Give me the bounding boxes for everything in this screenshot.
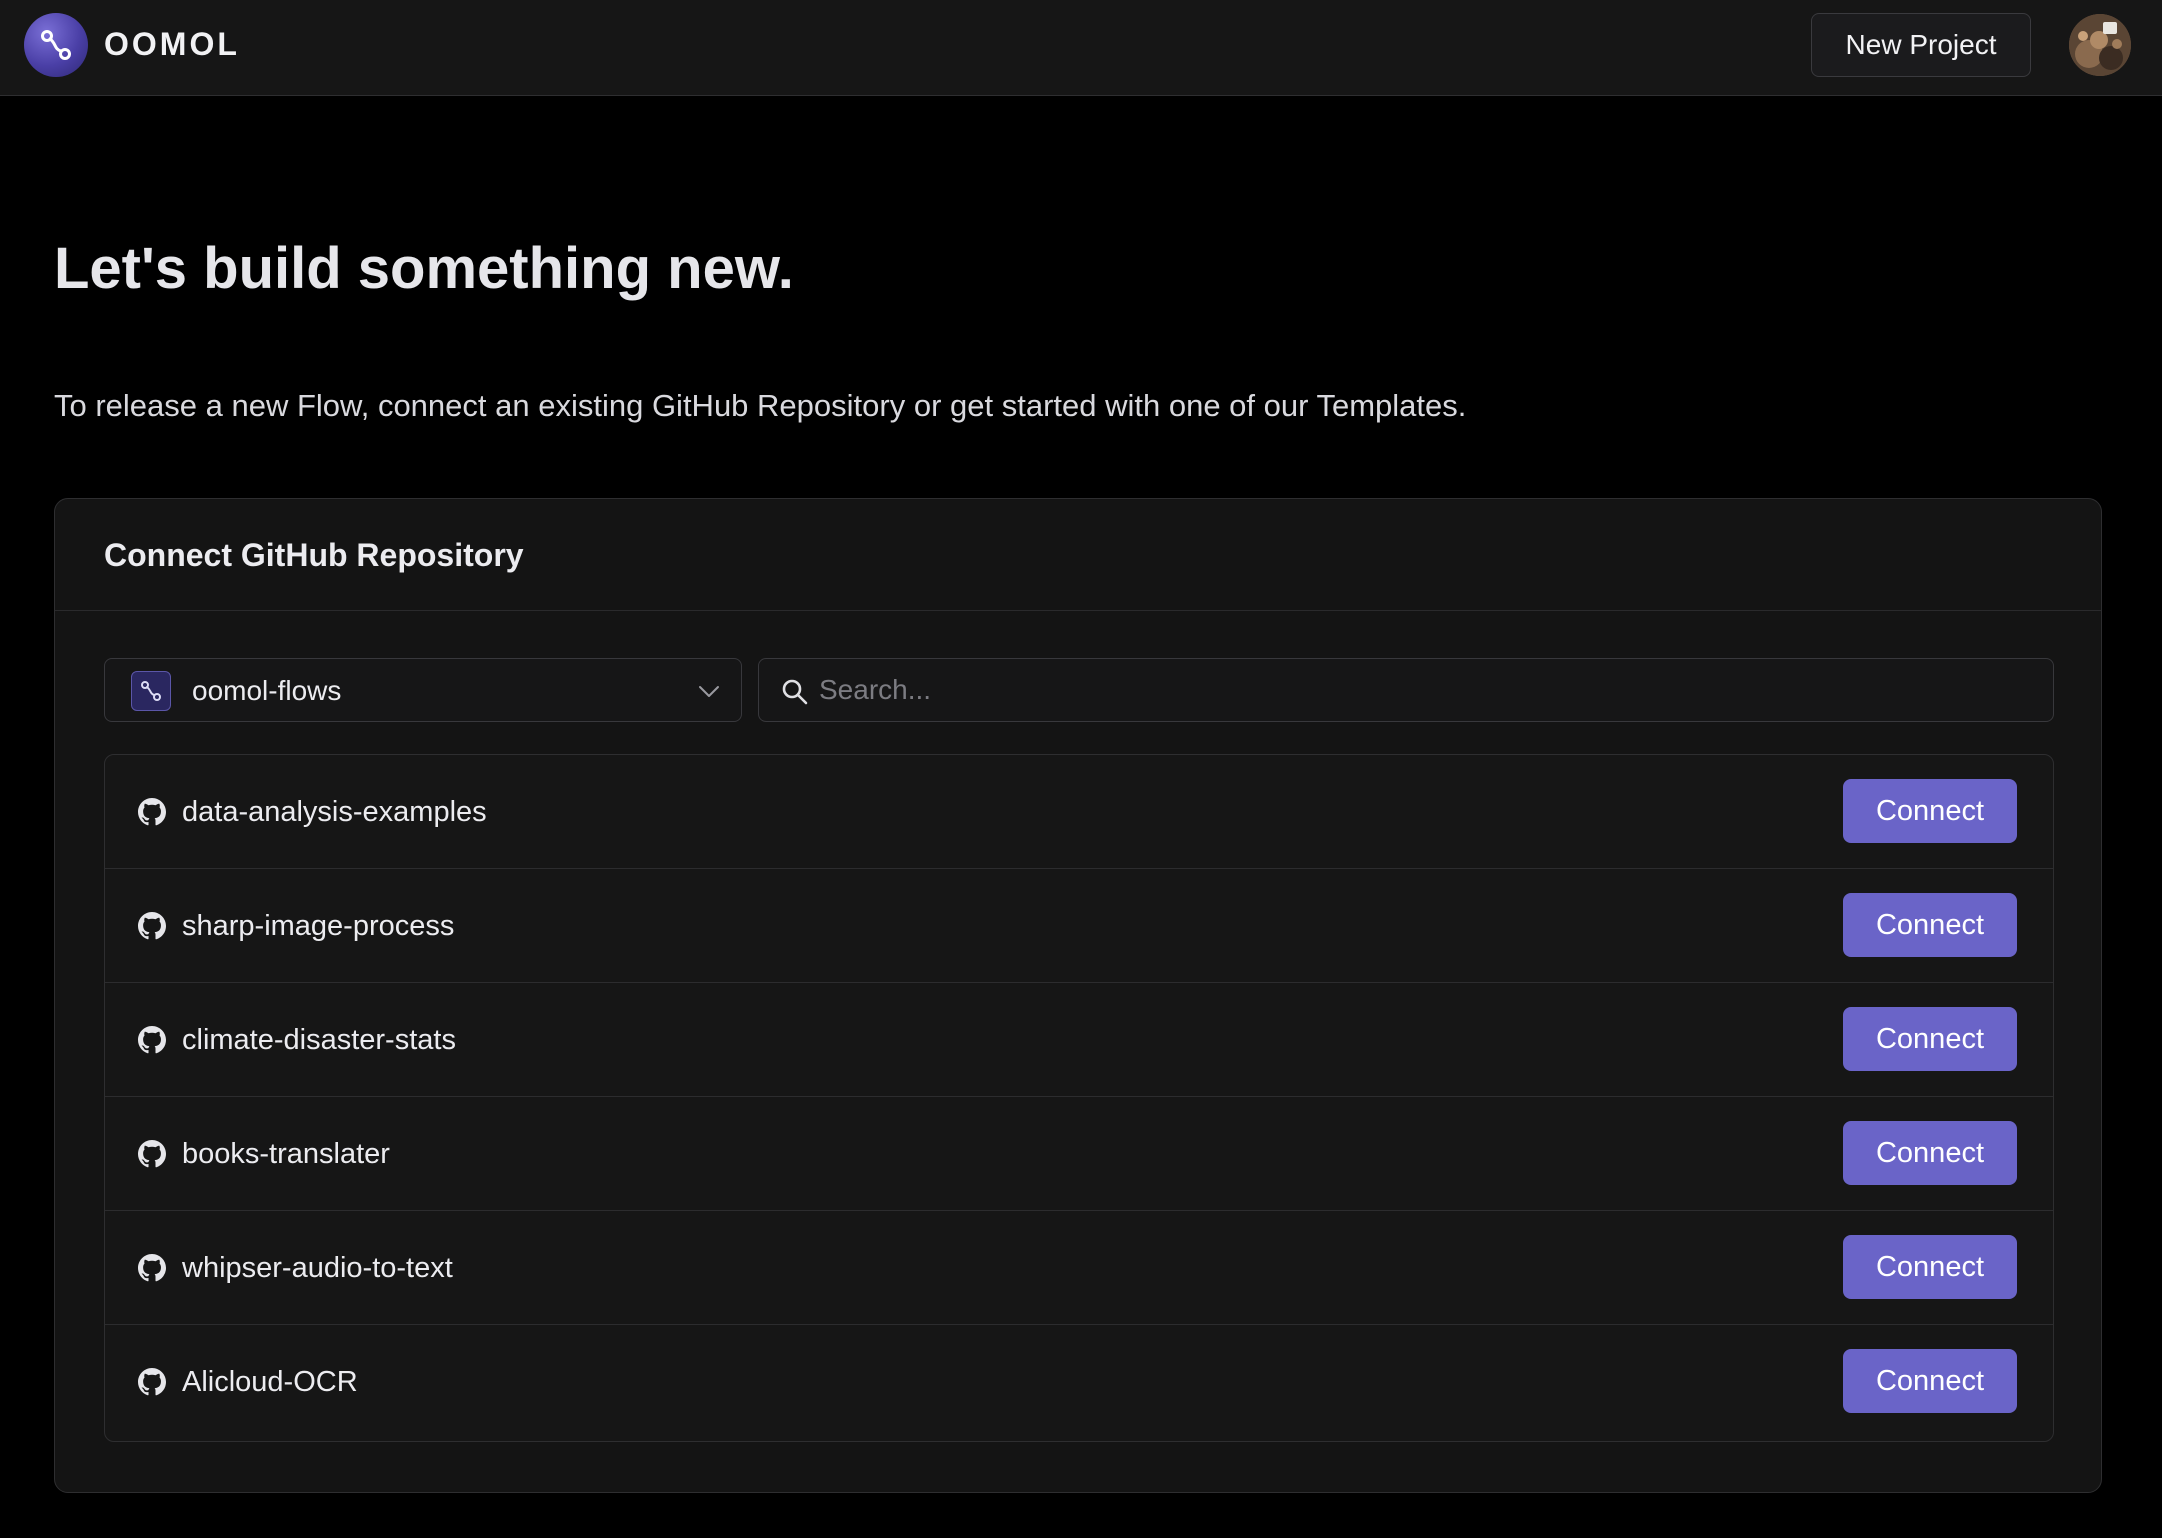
- github-icon: [138, 1368, 166, 1396]
- connect-button[interactable]: Connect: [1843, 893, 2017, 957]
- github-icon: [138, 1026, 166, 1054]
- new-project-button[interactable]: New Project: [1811, 13, 2031, 77]
- repository-list: data-analysis-examples Connect sharp-ima…: [104, 754, 2054, 1442]
- list-item: Alicloud-OCR Connect: [105, 1325, 2053, 1441]
- connect-repository-card: Connect GitHub Repository oomol-flows Se…: [54, 498, 2102, 1493]
- chevron-down-icon: [697, 679, 721, 703]
- github-icon: [138, 912, 166, 940]
- repository-name: data-analysis-examples: [182, 796, 487, 828]
- list-item: data-analysis-examples Connect: [105, 755, 2053, 869]
- repository-name: sharp-image-process: [182, 910, 455, 942]
- github-icon: [138, 1140, 166, 1168]
- repository-name: Alicloud-OCR: [182, 1366, 358, 1398]
- organization-select[interactable]: oomol-flows: [104, 658, 742, 722]
- connect-button[interactable]: Connect: [1843, 779, 2017, 843]
- search-input[interactable]: [817, 667, 2037, 713]
- page-title: Let's build something new.: [54, 236, 794, 301]
- github-icon: [138, 798, 166, 826]
- logo-wordmark[interactable]: OOMOL: [104, 24, 240, 64]
- card-title: Connect GitHub Repository: [104, 537, 524, 573]
- repository-name: whipser-audio-to-text: [182, 1252, 453, 1284]
- user-avatar[interactable]: [2069, 14, 2131, 76]
- oomol-flow-icon: [131, 671, 171, 711]
- organization-name: oomol-flows: [192, 675, 342, 706]
- connect-button[interactable]: Connect: [1843, 1121, 2017, 1185]
- repository-search: [758, 658, 2054, 722]
- page-subtitle: To release a new Flow, connect an existi…: [54, 388, 1467, 423]
- github-icon: [138, 1254, 166, 1282]
- list-item: whipser-audio-to-text Connect: [105, 1211, 2053, 1325]
- list-item: books-translater Connect: [105, 1097, 2053, 1211]
- oomol-logo-icon[interactable]: [24, 13, 88, 77]
- repository-name: climate-disaster-stats: [182, 1024, 456, 1056]
- connect-button[interactable]: Connect: [1843, 1007, 2017, 1071]
- top-nav-bar: OOMOL New Project: [0, 0, 2162, 96]
- card-header: Connect GitHub Repository: [55, 499, 2101, 611]
- search-icon: [781, 678, 809, 706]
- list-item: climate-disaster-stats Connect: [105, 983, 2053, 1097]
- connect-button[interactable]: Connect: [1843, 1349, 2017, 1413]
- repository-name: books-translater: [182, 1138, 390, 1170]
- connect-button[interactable]: Connect: [1843, 1235, 2017, 1299]
- list-item: sharp-image-process Connect: [105, 869, 2053, 983]
